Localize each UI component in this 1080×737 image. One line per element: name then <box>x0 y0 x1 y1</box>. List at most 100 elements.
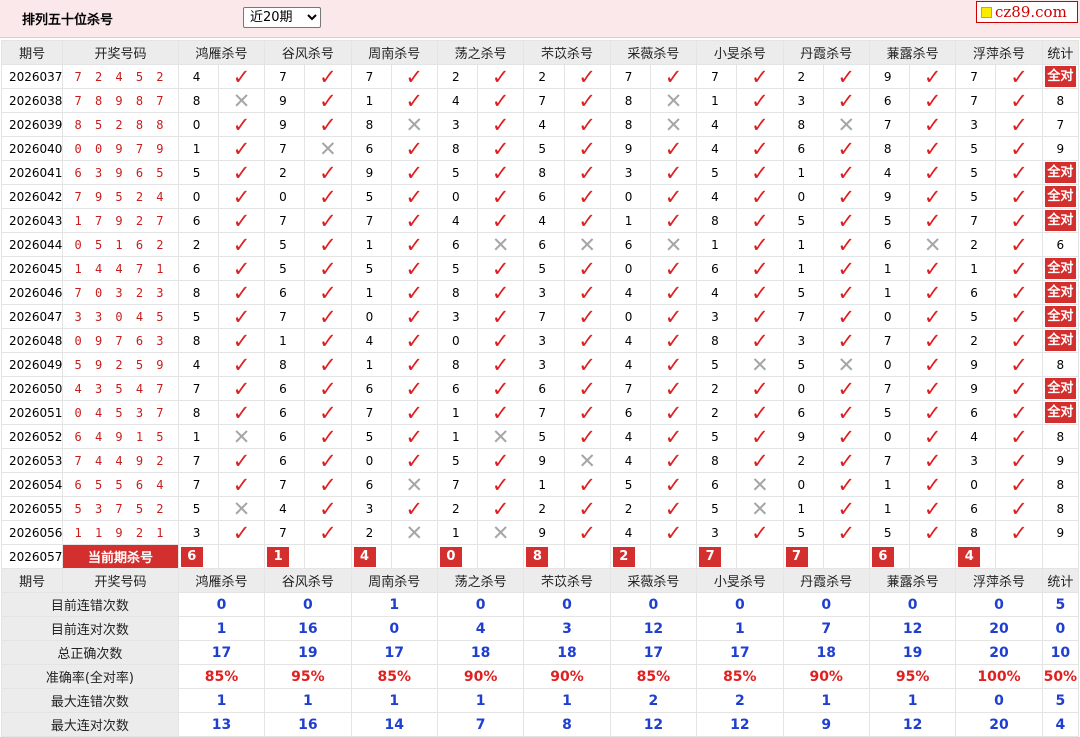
check-mark: ✓ <box>1010 112 1028 137</box>
kill-number-cell: 4 <box>436 208 479 233</box>
kill-number-cell: 4 <box>868 160 911 185</box>
summary-value: 90% <box>782 664 870 689</box>
summary-value: 0 <box>177 592 266 617</box>
kill-number-cell: 7 <box>264 520 306 545</box>
summary-row: 最大连错次数 1 1 1 1 1 2 2 1 1 0 5 <box>1 688 1080 713</box>
summary-value: 0 <box>436 592 525 617</box>
check-mark: ✓ <box>1010 64 1028 89</box>
summary-value: 12 <box>609 616 698 641</box>
cross-icon: ✕ <box>390 520 438 545</box>
cross-icon: ✕ <box>390 112 438 137</box>
table-row: 2026047 3 3 0 4 5 5 ✓ 7 ✓ 0 ✓ 3 ✓ 7 ✓ 0 ✓ 3 ✓ 7 ✓ 0 ✓ 5 ✓ 全对 <box>0 304 1080 329</box>
check-icon: ✓ <box>995 448 1043 473</box>
summary-value: 17 <box>696 640 784 665</box>
check-mark: ✓ <box>319 424 337 449</box>
period-select[interactable]: 近20期 <box>243 7 321 28</box>
kill-number-cell: 5 <box>436 160 479 185</box>
issue-cell: 2026056 <box>0 520 64 545</box>
summary-stat: 50% <box>1041 664 1080 689</box>
kill-number-cell: 4 <box>523 112 565 137</box>
kill-number-cell: 2 <box>955 232 997 257</box>
check-icon: ✓ <box>563 136 611 161</box>
check-icon: ✓ <box>909 520 957 545</box>
check-icon: ✓ <box>995 64 1043 89</box>
kill-number-cell: 1 <box>264 328 306 353</box>
kill-number-cell: 3 <box>523 352 565 377</box>
draw-number-cell: 4 3 5 4 7 <box>62 376 179 401</box>
check-mark: ✓ <box>578 472 596 497</box>
cross-mark: ✕ <box>578 232 596 257</box>
site-logo[interactable]: cz89.com <box>976 1 1078 23</box>
check-mark: ✓ <box>405 496 424 521</box>
check-mark: ✓ <box>751 400 769 425</box>
current-kill-cell: 4 <box>955 544 997 569</box>
check-icon: ✓ <box>909 400 957 425</box>
summary-stat: 5 <box>1041 688 1080 713</box>
check-mark: ✓ <box>578 280 596 305</box>
check-icon: ✓ <box>390 400 438 425</box>
check-mark: ✓ <box>319 520 337 545</box>
kill-number-cell: 7 <box>523 400 565 425</box>
summary-value: 18 <box>436 640 525 665</box>
check-icon: ✓ <box>736 448 784 473</box>
kill-number-cell: 7 <box>264 472 306 497</box>
check-mark: ✓ <box>491 160 510 185</box>
kill-number-cell: 2 <box>436 64 479 89</box>
kill-number-cell: 0 <box>955 472 997 497</box>
check-mark: ✓ <box>923 448 942 473</box>
kill-number-cell: 5 <box>350 184 392 209</box>
kill-number-cell: 9 <box>955 352 997 377</box>
check-mark: ✓ <box>923 472 942 497</box>
draw-number-cell: 7 4 4 9 2 <box>62 448 179 473</box>
top-bar: 排列五十位杀号 近20期 cz89.com <box>0 0 1080 38</box>
check-icon: ✓ <box>304 304 352 329</box>
kill-number-cell: 0 <box>264 184 306 209</box>
check-icon: ✓ <box>995 376 1043 401</box>
check-icon: ✓ <box>390 376 438 401</box>
kill-number-cell: 4 <box>436 88 479 113</box>
kill-number-cell: 3 <box>436 112 479 137</box>
cross-icon: ✕ <box>477 520 525 545</box>
col-expert-header: 周南杀号 <box>350 40 438 65</box>
kill-number-cell: 2 <box>177 232 219 257</box>
check-mark: ✓ <box>837 136 856 161</box>
cross-mark: ✕ <box>405 472 424 497</box>
kill-number-cell: 5 <box>696 424 738 449</box>
check-mark: ✓ <box>1010 88 1028 113</box>
check-icon: ✓ <box>563 496 611 521</box>
kill-number-cell: 2 <box>609 496 651 521</box>
current-empty-cell <box>390 544 438 569</box>
check-mark: ✓ <box>319 64 337 89</box>
check-mark: ✓ <box>578 160 596 185</box>
kill-number-cell: 5 <box>782 520 824 545</box>
cross-icon: ✕ <box>217 88 266 113</box>
check-mark: ✓ <box>491 376 510 401</box>
draw-number-cell: 0 5 1 6 2 <box>62 232 179 257</box>
check-mark: ✓ <box>664 280 683 305</box>
kill-number-cell: 8 <box>436 136 479 161</box>
check-mark: ✓ <box>578 520 596 545</box>
check-mark: ✓ <box>751 304 769 329</box>
summary-value: 1 <box>523 688 611 713</box>
current-kill-number: 6 <box>871 546 894 567</box>
all-correct-badge: 全对 <box>1044 210 1076 231</box>
check-mark: ✓ <box>319 376 337 401</box>
check-icon: ✓ <box>477 208 525 233</box>
kill-number-cell: 2 <box>782 448 824 473</box>
check-mark: ✓ <box>232 472 251 497</box>
check-icon: ✓ <box>304 64 352 89</box>
kill-number-cell: 1 <box>868 472 911 497</box>
check-icon: ✓ <box>390 256 438 281</box>
kill-number-cell: 4 <box>609 520 651 545</box>
current-kill-cell: 6 <box>868 544 911 569</box>
check-icon: ✓ <box>304 352 352 377</box>
stat-count: 8 <box>1056 477 1065 492</box>
check-mark: ✓ <box>232 64 251 89</box>
cross-mark: ✕ <box>232 424 251 449</box>
kill-number-cell: 3 <box>782 88 824 113</box>
check-mark: ✓ <box>751 208 769 233</box>
check-icon: ✓ <box>304 328 352 353</box>
check-mark: ✓ <box>1010 208 1028 233</box>
kill-number-cell: 7 <box>955 64 997 89</box>
kill-number-cell: 7 <box>696 64 738 89</box>
